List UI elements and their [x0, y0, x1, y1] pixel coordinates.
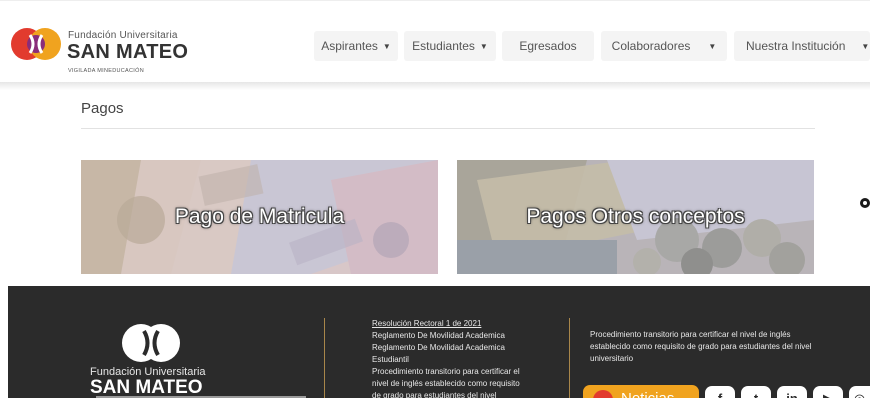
- link-reglamento-movilidad-estudiantil[interactable]: Reglamento De Movilidad Academica: [372, 342, 562, 354]
- card-label: Pago de Matricula: [174, 205, 345, 228]
- nav-item-label: Colaboradores: [611, 39, 691, 53]
- youtube-glyph: ▶: [823, 391, 833, 398]
- chevron-down-icon: ▼: [708, 41, 717, 51]
- nav-item-egresados[interactable]: Egresados: [502, 31, 594, 61]
- nav-item-label: Aspirantes: [321, 39, 378, 53]
- san-mateo-logo-icon: [11, 28, 61, 60]
- nav-item-label: Estudiantes: [412, 39, 475, 53]
- link-procedimiento-ingles-cont[interactable]: nivel de inglés establecido como requisi…: [372, 378, 562, 390]
- link-procedimiento-ingles[interactable]: Procedimiento transitorio para certifica…: [372, 366, 562, 378]
- nav-item-colaboradores[interactable]: Colaboradores ▼: [601, 31, 727, 61]
- chevron-down-icon: ▼: [479, 41, 488, 51]
- header-shadow: [0, 82, 870, 90]
- brand-name-small: Fundación Universitaria: [68, 30, 178, 41]
- footer-procedure-text[interactable]: Procedimiento transitorio para certifica…: [590, 329, 820, 365]
- twitter-icon[interactable]: t: [741, 386, 771, 398]
- footer-brand-big: SAN MATEO: [90, 377, 203, 398]
- chevron-down-icon: ▼: [382, 41, 391, 51]
- card-pagos-otros-conceptos[interactable]: Pagos Otros conceptos: [457, 160, 814, 274]
- nav-item-label: Egresados: [519, 39, 577, 53]
- link-reglamento-movilidad-estudiantil-cont[interactable]: Estudiantil: [372, 354, 562, 366]
- footer-links: Resolución Rectoral 1 de 2021 Reglamento…: [372, 318, 562, 398]
- page-title: Pagos: [81, 100, 124, 117]
- card-label: Pagos Otros conceptos: [526, 205, 745, 228]
- nav-item-aspirantes[interactable]: Aspirantes ▼: [314, 31, 398, 61]
- facebook-icon[interactable]: f: [705, 386, 735, 398]
- nav-item-nuestra-institucion[interactable]: Nuestra Institución ▼: [734, 31, 870, 61]
- news-icon: •••: [593, 390, 613, 398]
- brand-logo[interactable]: Fundación Universitaria SAN MATEO VIGILA…: [10, 21, 210, 77]
- site-footer: Fundación Universitaria SAN MATEO Resolu…: [8, 286, 870, 398]
- instagram-icon[interactable]: ◎: [849, 386, 870, 398]
- linkedin-glyph: in: [786, 391, 798, 398]
- link-resolucion-rectoral[interactable]: Resolución Rectoral 1 de 2021: [372, 318, 562, 330]
- brand-name-big: SAN MATEO: [67, 41, 189, 63]
- chevron-down-icon: ▼: [861, 41, 870, 51]
- site-header: Fundación Universitaria SAN MATEO VIGILA…: [0, 0, 870, 82]
- instagram-glyph: ◎: [854, 391, 865, 398]
- card-pago-matricula[interactable]: Pago de Matricula: [81, 160, 438, 274]
- brand-tagline: VIGILADA MINEDUCACIÓN: [68, 68, 144, 74]
- title-divider: [81, 128, 815, 129]
- link-procedimiento-ingles-cont-2[interactable]: de grado para estudiantes del nivel: [372, 390, 562, 398]
- linkedin-icon[interactable]: in: [777, 386, 807, 398]
- chat-bubble-icon[interactable]: [858, 196, 870, 210]
- noticias-label: Noticias: [621, 390, 674, 398]
- facebook-glyph: f: [718, 391, 722, 398]
- noticias-button[interactable]: ••• Noticias: [583, 385, 699, 398]
- twitter-glyph: t: [754, 391, 758, 398]
- nav-item-label: Nuestra Institución: [746, 39, 846, 53]
- nav-item-estudiantes[interactable]: Estudiantes ▼: [404, 31, 496, 61]
- youtube-icon[interactable]: ▶: [813, 386, 843, 398]
- footer-divider: [324, 318, 325, 398]
- footer-divider: [569, 318, 570, 398]
- san-mateo-logo-icon: [122, 324, 180, 362]
- link-reglamento-movilidad[interactable]: Reglamento De Movilidad Academica: [372, 330, 562, 342]
